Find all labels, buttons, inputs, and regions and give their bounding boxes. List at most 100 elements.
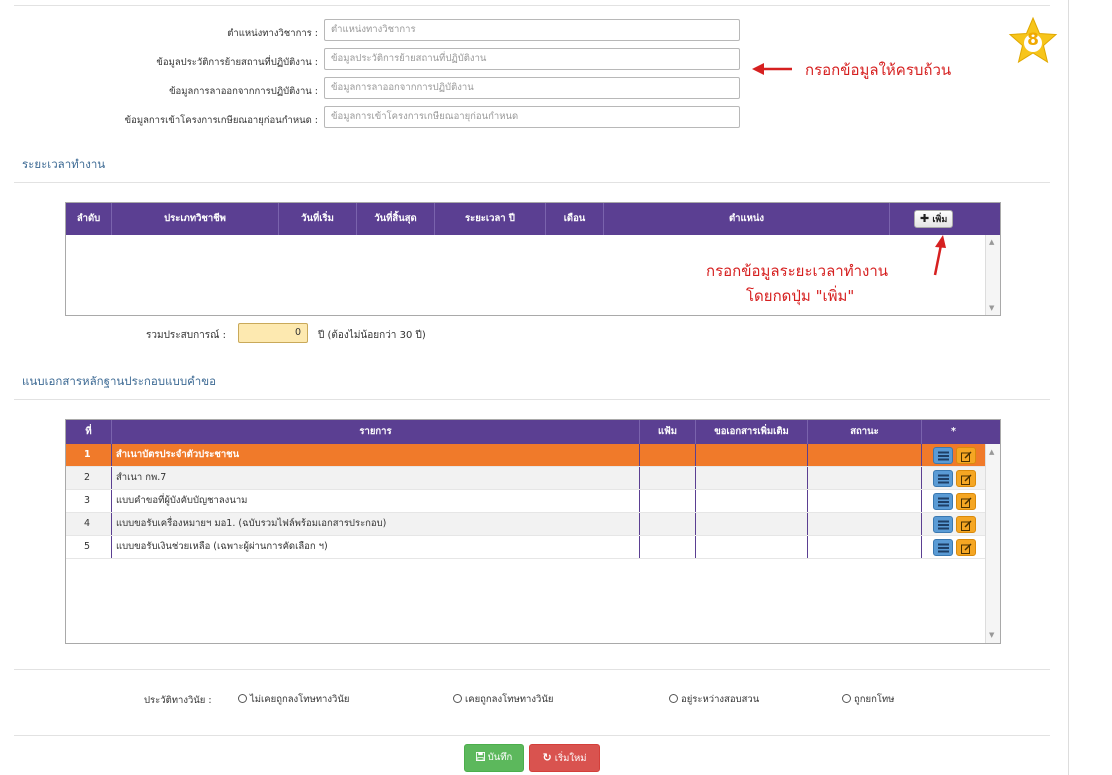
scroll-up-icon[interactable]: ▲ bbox=[989, 238, 994, 246]
cell-no: 2 bbox=[66, 467, 112, 489]
col-years: ระยะเวลา ปี bbox=[435, 203, 546, 235]
list-icon[interactable] bbox=[932, 539, 953, 556]
cell-file bbox=[640, 536, 696, 558]
scroll-down-icon[interactable]: ▼ bbox=[989, 631, 994, 639]
table-row[interactable]: 5 แบบขอรับเงินช่วยเหลือ (เฉพาะผู้ผ่านการค… bbox=[66, 536, 986, 559]
table-row[interactable]: 1 สำเนาบัตรประจำตัวประชาชน bbox=[66, 444, 986, 467]
col-end-date: วันที่สิ้นสุด bbox=[357, 203, 435, 235]
field-label: ตำแหน่งทางวิชาการ : bbox=[227, 28, 318, 39]
early-retirement-input[interactable]: ข้อมูลการเข้าโครงการเกษียณอายุก่อนกำหนด bbox=[324, 106, 740, 128]
academic-position-row: ตำแหน่งทางวิชาการ : bbox=[60, 22, 318, 42]
cell-file bbox=[640, 490, 696, 512]
radio-never-punished[interactable]: ไม่เคยถูกลงโทษทางวินัย bbox=[238, 692, 349, 707]
footer-divider bbox=[14, 735, 1050, 736]
section-divider bbox=[14, 669, 1050, 670]
scrollbar[interactable]: ▲ ▼ bbox=[985, 444, 1000, 643]
fill-complete-annotation: กรอกข้อมูลให้ครบถ้วน bbox=[805, 61, 952, 79]
discipline-label: ประวัติทางวินัย : bbox=[144, 695, 212, 706]
cell-item: แบบคำขอที่ผู้บังคับบัญชาลงนาม bbox=[112, 490, 640, 512]
cell-actions bbox=[922, 467, 986, 489]
radio-circle-icon[interactable] bbox=[669, 694, 678, 703]
col-status: สถานะ bbox=[808, 420, 922, 444]
col-add: ✚ เพิ่ม bbox=[890, 203, 986, 235]
cell-actions bbox=[922, 444, 986, 466]
scroll-down-icon[interactable]: ▼ bbox=[989, 304, 994, 312]
col-item: รายการ bbox=[112, 420, 640, 444]
list-icon[interactable] bbox=[932, 447, 953, 464]
cell-item: แบบขอรับเงินช่วยเหลือ (เฉพาะผู้ผ่านการคั… bbox=[112, 536, 640, 558]
add-button[interactable]: ✚ เพิ่ม bbox=[914, 210, 954, 228]
left-arrow-icon bbox=[752, 63, 792, 75]
radio-label: ไม่เคยถูกลงโทษทางวินัย bbox=[250, 694, 350, 705]
academic-position-input[interactable]: ตำแหน่งทางวิชาการ bbox=[324, 19, 740, 41]
reset-label: เริ่มใหม่ bbox=[554, 753, 587, 764]
scrollbar[interactable]: ▲ ▼ bbox=[985, 235, 1000, 315]
cell-actions bbox=[922, 536, 986, 558]
documents-grid: ที่ รายการ แฟ้ม ขอเอกสารเพิ่มเติม สถานะ … bbox=[65, 419, 1001, 644]
col-no: ที่ bbox=[66, 420, 112, 444]
cell-status bbox=[808, 444, 922, 466]
radio-label: ถูกยกโทษ bbox=[854, 694, 895, 705]
step-number: 8 bbox=[1027, 30, 1039, 50]
edit-icon[interactable] bbox=[955, 516, 976, 533]
radio-punished[interactable]: เคยถูกลงโทษทางวินัย bbox=[453, 692, 553, 707]
edit-icon[interactable] bbox=[955, 539, 976, 556]
cell-request bbox=[696, 513, 808, 535]
radio-acquitted[interactable]: ถูกยกโทษ bbox=[842, 692, 894, 707]
edit-icon[interactable] bbox=[955, 470, 976, 487]
cell-item: สำเนา กพ.7 bbox=[112, 467, 640, 489]
reset-button[interactable]: ↻ เริ่มใหม่ bbox=[529, 744, 600, 772]
grid-header: ลำดับ ประเภทวิชาชีพ วันที่เริ่ม วันที่สิ… bbox=[66, 203, 986, 235]
list-icon[interactable] bbox=[932, 470, 953, 487]
top-divider bbox=[14, 5, 1050, 6]
total-experience-label: รวมประสบการณ์ : bbox=[146, 330, 226, 341]
table-row[interactable]: 4 แบบขอรับเครื่องหมายฯ มอ1. (ฉบับรวมไฟล์พ… bbox=[66, 513, 986, 536]
edit-icon[interactable] bbox=[955, 493, 976, 510]
radio-label: อยู่ระหว่างสอบสวน bbox=[681, 694, 760, 705]
header-scroll-cap bbox=[985, 420, 1000, 444]
cell-status bbox=[808, 536, 922, 558]
cell-status bbox=[808, 490, 922, 512]
cell-request bbox=[696, 444, 808, 466]
total-experience-input[interactable]: 0 bbox=[238, 323, 308, 343]
radio-label: เคยถูกลงโทษทางวินัย bbox=[465, 694, 554, 705]
cell-item: สำเนาบัตรประจำตัวประชาชน bbox=[112, 444, 640, 466]
resignation-input[interactable]: ข้อมูลการลาออกจากการปฏิบัติงาน bbox=[324, 77, 740, 99]
col-actions: * bbox=[922, 420, 986, 444]
plus-icon: ✚ bbox=[920, 212, 930, 225]
transfer-history-input[interactable]: ข้อมูลประวัติการย้ายสถานที่ปฏิบัติงาน bbox=[324, 48, 740, 70]
section-divider bbox=[14, 182, 1050, 183]
work-period-annotation-line1: กรอกข้อมูลระยะเวลาทำงาน bbox=[706, 262, 889, 280]
col-file: แฟ้ม bbox=[640, 420, 696, 444]
radio-circle-icon[interactable] bbox=[842, 694, 851, 703]
table-row[interactable]: 3 แบบคำขอที่ผู้บังคับบัญชาลงนาม bbox=[66, 490, 986, 513]
cell-file bbox=[640, 444, 696, 466]
field-label: ข้อมูลการลาออกจากการปฏิบัติงาน : bbox=[169, 86, 318, 97]
grid-header: ที่ รายการ แฟ้ม ขอเอกสารเพิ่มเติม สถานะ … bbox=[66, 420, 986, 444]
list-icon[interactable] bbox=[932, 516, 953, 533]
add-button-label: เพิ่ม bbox=[932, 215, 948, 225]
col-request-docs: ขอเอกสารเพิ่มเติม bbox=[696, 420, 808, 444]
save-button[interactable]: บันทึก bbox=[464, 744, 524, 772]
page-scrollbar[interactable] bbox=[1068, 0, 1112, 775]
table-row[interactable]: 2 สำเนา กพ.7 bbox=[66, 467, 986, 490]
radio-under-investigation[interactable]: อยู่ระหว่างสอบสวน bbox=[669, 692, 759, 707]
col-order: ลำดับ bbox=[66, 203, 112, 235]
application-form-page: ตำแหน่งทางวิชาการ : ตำแหน่งทางวิชาการ ข้… bbox=[0, 0, 1068, 775]
save-label: บันทึก bbox=[487, 752, 513, 763]
radio-circle-icon[interactable] bbox=[453, 694, 462, 703]
cell-actions bbox=[922, 490, 986, 512]
edit-icon[interactable] bbox=[955, 447, 976, 464]
list-icon[interactable] bbox=[932, 493, 953, 510]
cell-request bbox=[696, 536, 808, 558]
scroll-up-icon[interactable]: ▲ bbox=[989, 448, 994, 456]
cell-item: แบบขอรับเครื่องหมายฯ มอ1. (ฉบับรวมไฟล์พร… bbox=[112, 513, 640, 535]
total-experience-note: ปี (ต้องไม่น้อยกว่า 30 ปี) bbox=[318, 330, 426, 341]
resignation-row: ข้อมูลการลาออกจากการปฏิบัติงาน : bbox=[60, 80, 318, 100]
cell-request bbox=[696, 490, 808, 512]
radio-circle-icon[interactable] bbox=[238, 694, 247, 703]
documents-title: แนบเอกสารหลักฐานประกอบแบบคำขอ bbox=[22, 374, 217, 388]
step-badge: 8 bbox=[1008, 16, 1058, 66]
early-retirement-row: ข้อมูลการเข้าโครงการเกษียณอายุก่อนกำหนด … bbox=[60, 109, 318, 129]
cell-file bbox=[640, 513, 696, 535]
